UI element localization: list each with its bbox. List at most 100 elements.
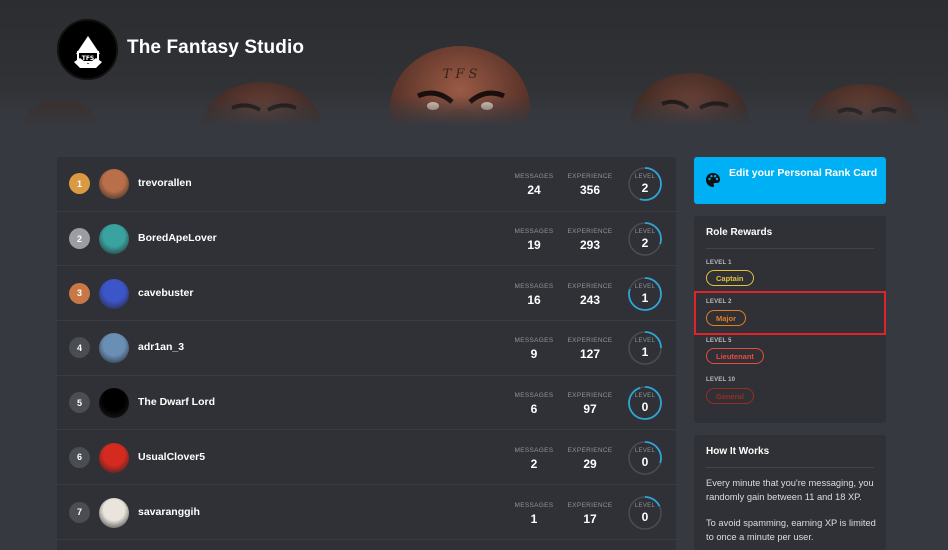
leaderboard-row[interactable]: 5 The Dwarf Lord MESSAGES 6 EXPERIENCE 97 LEVE… <box>57 376 676 431</box>
leaderboard-row[interactable]: 1 trevorallen MESSAGES 24 EXPERIENCE 356 LEVEL… <box>57 157 676 212</box>
messages-stat-value: 6 <box>530 402 538 417</box>
messages-stat-label: MESSAGES <box>514 337 554 345</box>
username[interactable]: BoredApeLover <box>138 232 217 244</box>
experience-stat-label: EXPERIENCE <box>567 228 613 236</box>
messages-stat-value: 19 <box>527 238 541 253</box>
level-label: LEVEL <box>634 229 656 236</box>
experience-stat: EXPERIENCE 97 <box>565 392 615 416</box>
reward-level-label: LEVEL 10 <box>706 377 736 383</box>
leaderboard-row[interactable]: 7 savaranggih MESSAGES 1 EXPERIENCE 17 LEVEL 0 <box>57 485 676 540</box>
username[interactable]: cavebuster <box>138 287 193 299</box>
level-value: 1 <box>641 345 649 360</box>
messages-stat-value: 16 <box>527 292 541 307</box>
level-value: 0 <box>641 400 649 415</box>
server-logo: TFS <box>57 19 118 80</box>
person-avatar-icon[interactable] <box>99 497 129 528</box>
level-ring: LEVEL 0 <box>627 495 663 531</box>
experience-stat-value: 97 <box>583 402 597 417</box>
svg-text:TFS: TFS <box>81 55 94 62</box>
football-crest-avatar-icon[interactable] <box>99 442 129 473</box>
level-label: LEVEL <box>634 393 656 400</box>
level-ring: LEVEL 0 <box>627 440 663 476</box>
experience-stat: EXPERIENCE 243 <box>565 283 615 307</box>
cartoon-avatar-icon[interactable] <box>99 278 129 309</box>
rank-badge: 5 <box>69 392 90 414</box>
messages-stat: MESSAGES 6 <box>509 392 559 416</box>
role-rewards-title: Role Rewards <box>706 227 773 238</box>
messages-stat-value: 1 <box>530 511 538 526</box>
role-pill-general: General <box>706 388 754 404</box>
level-ring: LEVEL 2 <box>627 166 663 202</box>
level-ring: LEVEL 1 <box>627 330 663 366</box>
username[interactable]: adr1an_3 <box>138 341 184 353</box>
how-it-works-panel: How It Works Every minute that you're me… <box>694 435 886 550</box>
leaderboard-row[interactable]: 6 UsualClover5 MESSAGES 2 EXPERIENCE 29 LEVEL 0 <box>57 431 676 486</box>
leaderboard-row[interactable]: 2 BoredApeLover MESSAGES 19 EXPERIENCE 293 LEV… <box>57 212 676 267</box>
messages-stat: MESSAGES 9 <box>509 337 559 361</box>
experience-stat: EXPERIENCE 356 <box>565 173 615 197</box>
leaderboard: 1 trevorallen MESSAGES 24 EXPERIENCE 356 LEVEL… <box>57 157 676 550</box>
experience-stat: EXPERIENCE 29 <box>565 447 615 471</box>
rank-badge: 6 <box>69 446 90 468</box>
level-label: LEVEL <box>634 338 656 345</box>
messages-stat: MESSAGES 19 <box>509 228 559 252</box>
level-value: 1 <box>641 290 649 305</box>
palette-icon <box>706 173 720 187</box>
experience-stat-value: 127 <box>579 347 601 362</box>
messages-stat: MESSAGES 16 <box>509 283 559 307</box>
username[interactable]: trevorallen <box>138 177 192 189</box>
rank-badge: 3 <box>69 282 90 304</box>
how-it-works-text: To avoid spamming, earning XP is limited… <box>706 518 876 542</box>
username[interactable]: savaranggih <box>138 506 200 518</box>
rank-badge: 2 <box>69 228 90 250</box>
server-banner: T F S <box>0 0 948 126</box>
experience-stat-label: EXPERIENCE <box>567 282 613 290</box>
edit-rank-card-button[interactable]: Edit your Personal Rank Card <box>694 157 886 204</box>
messages-stat-value: 24 <box>527 183 541 198</box>
experience-stat-value: 17 <box>583 511 597 526</box>
reward-level-label: LEVEL 5 <box>706 338 732 344</box>
username[interactable]: The Dwarf Lord <box>138 396 215 408</box>
experience-stat-value: 29 <box>583 456 597 471</box>
how-it-works-text: Every minute that you're messaging, you … <box>706 478 874 502</box>
role-pill-captain: Captain <box>706 270 754 286</box>
rank-badge: 7 <box>69 501 90 523</box>
experience-stat-label: EXPERIENCE <box>567 337 613 345</box>
messages-stat: MESSAGES 2 <box>509 447 559 471</box>
leaderboard-row[interactable]: 4 adr1an_3 MESSAGES 9 EXPERIENCE 127 LEVEL 1 <box>57 321 676 376</box>
role-pill-lieutenant: Lieutenant <box>706 348 764 364</box>
leaderboard-row[interactable]: 3 cavebuster MESSAGES 16 EXPERIENCE 243 LEVEL 1 <box>57 266 676 322</box>
messages-stat: MESSAGES 1 <box>509 502 559 526</box>
level-value: 2 <box>641 236 649 251</box>
level-value: 2 <box>641 181 649 196</box>
experience-stat: EXPERIENCE 17 <box>565 502 615 526</box>
svg-text:T F S: T F S <box>443 67 478 82</box>
edit-rank-card-label: Edit your Personal Rank Card <box>729 167 878 179</box>
level-label: LEVEL <box>634 174 656 181</box>
messages-stat-label: MESSAGES <box>514 501 554 509</box>
level-ring: LEVEL 1 <box>627 276 663 312</box>
messages-stat-label: MESSAGES <box>514 173 554 181</box>
reward-level-label: LEVEL 1 <box>706 260 732 266</box>
experience-stat-label: EXPERIENCE <box>567 173 613 181</box>
rank-badge: 1 <box>69 173 90 195</box>
rank-badge: 4 <box>69 337 90 359</box>
messages-stat-value: 2 <box>530 456 538 471</box>
tfs-dwarf-logo-icon: TFS <box>73 35 102 68</box>
divider <box>706 248 874 249</box>
photo-avatar-icon[interactable] <box>99 333 129 364</box>
sunglasses-avatar-icon[interactable] <box>99 169 129 200</box>
experience-stat-value: 293 <box>579 238 601 253</box>
username[interactable]: UsualClover5 <box>138 451 205 463</box>
messages-stat-label: MESSAGES <box>514 228 554 236</box>
level-value: 0 <box>641 454 649 469</box>
experience-stat-label: EXPERIENCE <box>567 392 613 400</box>
messages-stat-label: MESSAGES <box>514 392 554 400</box>
divider <box>706 467 874 468</box>
experience-stat: EXPERIENCE 293 <box>565 228 615 252</box>
experience-stat-label: EXPERIENCE <box>567 446 613 454</box>
ape-avatar-icon[interactable] <box>99 224 129 255</box>
level-ring: LEVEL 0 <box>627 385 663 421</box>
messages-stat-label: MESSAGES <box>514 282 554 290</box>
dwarf-avatar-icon[interactable] <box>99 388 129 419</box>
